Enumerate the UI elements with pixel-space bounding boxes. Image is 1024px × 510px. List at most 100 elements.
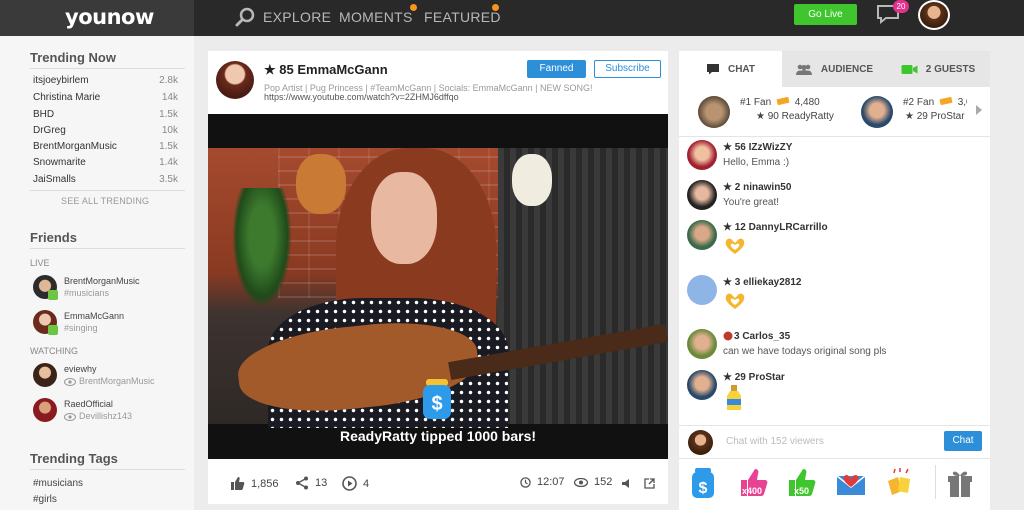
- broadcaster-name[interactable]: ★ 85 EmmaMcGann: [264, 62, 388, 78]
- cheer-hands-gift-icon[interactable]: [884, 467, 916, 499]
- tag-link[interactable]: #girls: [33, 494, 57, 505]
- live-indicator-icon: [48, 325, 58, 335]
- gift-box-icon[interactable]: [944, 467, 976, 499]
- subscribe-label: Subscribe: [605, 63, 650, 74]
- chat-panel: CHAT AUDIENCE 2 GUESTS #1 Fan 4,480 ★ 90…: [679, 51, 990, 510]
- friend-item[interactable]: RaedOfficial Devillishz143: [33, 398, 183, 424]
- chat-tabs: CHAT AUDIENCE 2 GUESTS: [679, 51, 990, 87]
- bars-jar-gift-icon[interactable]: $: [687, 467, 719, 499]
- friend-item[interactable]: eviewhy BrentMorganMusic: [33, 363, 183, 389]
- chat-input[interactable]: Chat with 152 viewers: [726, 436, 824, 447]
- love-letter-gift-icon[interactable]: [835, 467, 867, 499]
- nav-moments[interactable]: MOMENTS: [339, 9, 413, 25]
- avatar[interactable]: [687, 370, 717, 400]
- trending-item[interactable]: BHD 1.5k: [33, 109, 178, 120]
- watching-broadcast: BrentMorganMusic: [79, 376, 155, 386]
- fan-avatar[interactable]: [698, 96, 730, 128]
- trending-name: JaiSmalls: [33, 174, 76, 185]
- avatar: [33, 363, 57, 387]
- nav-featured[interactable]: FEATURED: [424, 9, 501, 25]
- nav-explore[interactable]: EXPLORE: [263, 9, 331, 25]
- trending-count: 1.5k: [159, 109, 178, 120]
- share-count: 13: [315, 477, 328, 489]
- message-author[interactable]: ★ 12 DannyLRCarrillo: [723, 222, 828, 233]
- friend-name: RaedOfficial: [64, 399, 113, 409]
- message-author[interactable]: ★ 3 elliekay2812: [723, 277, 801, 288]
- see-all-trending-link[interactable]: SEE ALL TRENDING: [61, 196, 149, 206]
- message-text: Hello, Emma :): [723, 157, 790, 168]
- popout-icon[interactable]: [644, 478, 655, 489]
- chevron-right-icon[interactable]: [976, 105, 982, 115]
- trending-item[interactable]: Snowmarite 1.4k: [33, 157, 178, 168]
- fanned-button[interactable]: Fanned: [527, 60, 586, 78]
- share-button[interactable]: 13: [295, 476, 327, 490]
- broadcaster-avatar[interactable]: [216, 61, 254, 99]
- audience-icon: [795, 64, 812, 75]
- duration: 12:07: [520, 476, 565, 488]
- trending-item[interactable]: Christina Marie 14k: [33, 92, 178, 103]
- chat-message: ★ 2 ninawin50 You're great!: [687, 180, 977, 214]
- video-player[interactable]: $ ReadyRatty tipped 1000 bars!: [208, 114, 668, 459]
- views-text: 152: [594, 476, 613, 488]
- default-avatar-icon[interactable]: [687, 275, 717, 305]
- view-count: 152: [574, 476, 612, 488]
- volume-icon[interactable]: [621, 478, 633, 489]
- trending-item[interactable]: BrentMorganMusic 1.5k: [33, 141, 178, 152]
- like-button[interactable]: 1,856: [230, 476, 279, 491]
- tab-label: AUDIENCE: [820, 63, 874, 75]
- notification-dot: [492, 4, 499, 11]
- share-icon: [296, 476, 308, 490]
- go-live-button[interactable]: Go Live: [794, 4, 857, 25]
- trending-item[interactable]: DrGreg 10k: [33, 125, 178, 136]
- svg-text:$: $: [431, 393, 442, 415]
- fan-user[interactable]: ★ 90 ReadyRatty: [756, 111, 834, 122]
- message-author[interactable]: 3 Carlos_35: [734, 331, 790, 342]
- fanned-label: Fanned: [539, 63, 574, 74]
- divider: [935, 465, 936, 499]
- friends-title: Friends: [30, 230, 77, 245]
- avatar[interactable]: [687, 140, 717, 170]
- bars-jar-icon: $: [423, 379, 451, 419]
- inbox-badge: 20: [893, 0, 909, 13]
- message-author[interactable]: ★ 56 IZzWizZY: [723, 142, 792, 153]
- chat-message: ★ 56 IZzWizZY Hello, Emma :): [687, 140, 977, 174]
- friend-item[interactable]: BrentMorganMusic #musicians: [33, 275, 183, 301]
- message-author[interactable]: ★ 2 ninawin50: [723, 182, 791, 193]
- avatar[interactable]: [687, 180, 717, 210]
- trending-name: Snowmarite: [33, 157, 86, 168]
- message-author[interactable]: ★ 29 ProStar: [723, 372, 785, 383]
- duration-text: 12:07: [537, 476, 565, 488]
- friend-tag: #musicians: [64, 288, 110, 298]
- avatar[interactable]: [687, 329, 717, 359]
- replay-button[interactable]: 4: [342, 476, 369, 491]
- user-avatar[interactable]: [918, 0, 950, 30]
- trending-name: itsjoeybirlem: [33, 75, 89, 86]
- friend-item[interactable]: EmmaMcGann #singing: [33, 310, 183, 336]
- tab-label: 2 GUESTS: [925, 63, 976, 75]
- divider: [30, 68, 185, 69]
- tab-guests[interactable]: 2 GUESTS: [886, 51, 990, 87]
- chat-icon: [706, 64, 719, 75]
- like-x50-gift[interactable]: x50: [785, 467, 817, 499]
- avatar[interactable]: [687, 220, 717, 250]
- trending-item[interactable]: JaiSmalls 3.5k: [33, 174, 178, 185]
- gift-label: x400: [742, 486, 763, 496]
- trending-item[interactable]: itsjoeybirlem 2.8k: [33, 75, 178, 86]
- fan-avatar[interactable]: [861, 96, 893, 128]
- fan-rank-label: #1 Fan: [740, 97, 772, 108]
- friend-name: EmmaMcGann: [64, 311, 125, 321]
- trending-count: 1.4k: [159, 157, 178, 168]
- subscribe-button[interactable]: Subscribe: [594, 60, 661, 78]
- tab-audience[interactable]: AUDIENCE: [782, 51, 886, 87]
- tag-link[interactable]: #musicians: [33, 478, 83, 489]
- chat-send-button[interactable]: Chat: [944, 431, 982, 451]
- trending-count: 14k: [161, 92, 178, 103]
- tab-chat[interactable]: CHAT: [679, 51, 782, 87]
- chat-message: ★ 29 ProStar: [687, 370, 977, 414]
- search-icon[interactable]: [234, 6, 256, 28]
- fan-user[interactable]: ★ 29 ProStar: [905, 111, 965, 122]
- like-x400-gift[interactable]: x400: [737, 467, 769, 499]
- broadcaster-url[interactable]: https://www.youtube.com/watch?v=2ZHMJ6df…: [264, 92, 459, 102]
- logo-area: younow: [0, 0, 194, 36]
- logo[interactable]: younow: [65, 5, 154, 29]
